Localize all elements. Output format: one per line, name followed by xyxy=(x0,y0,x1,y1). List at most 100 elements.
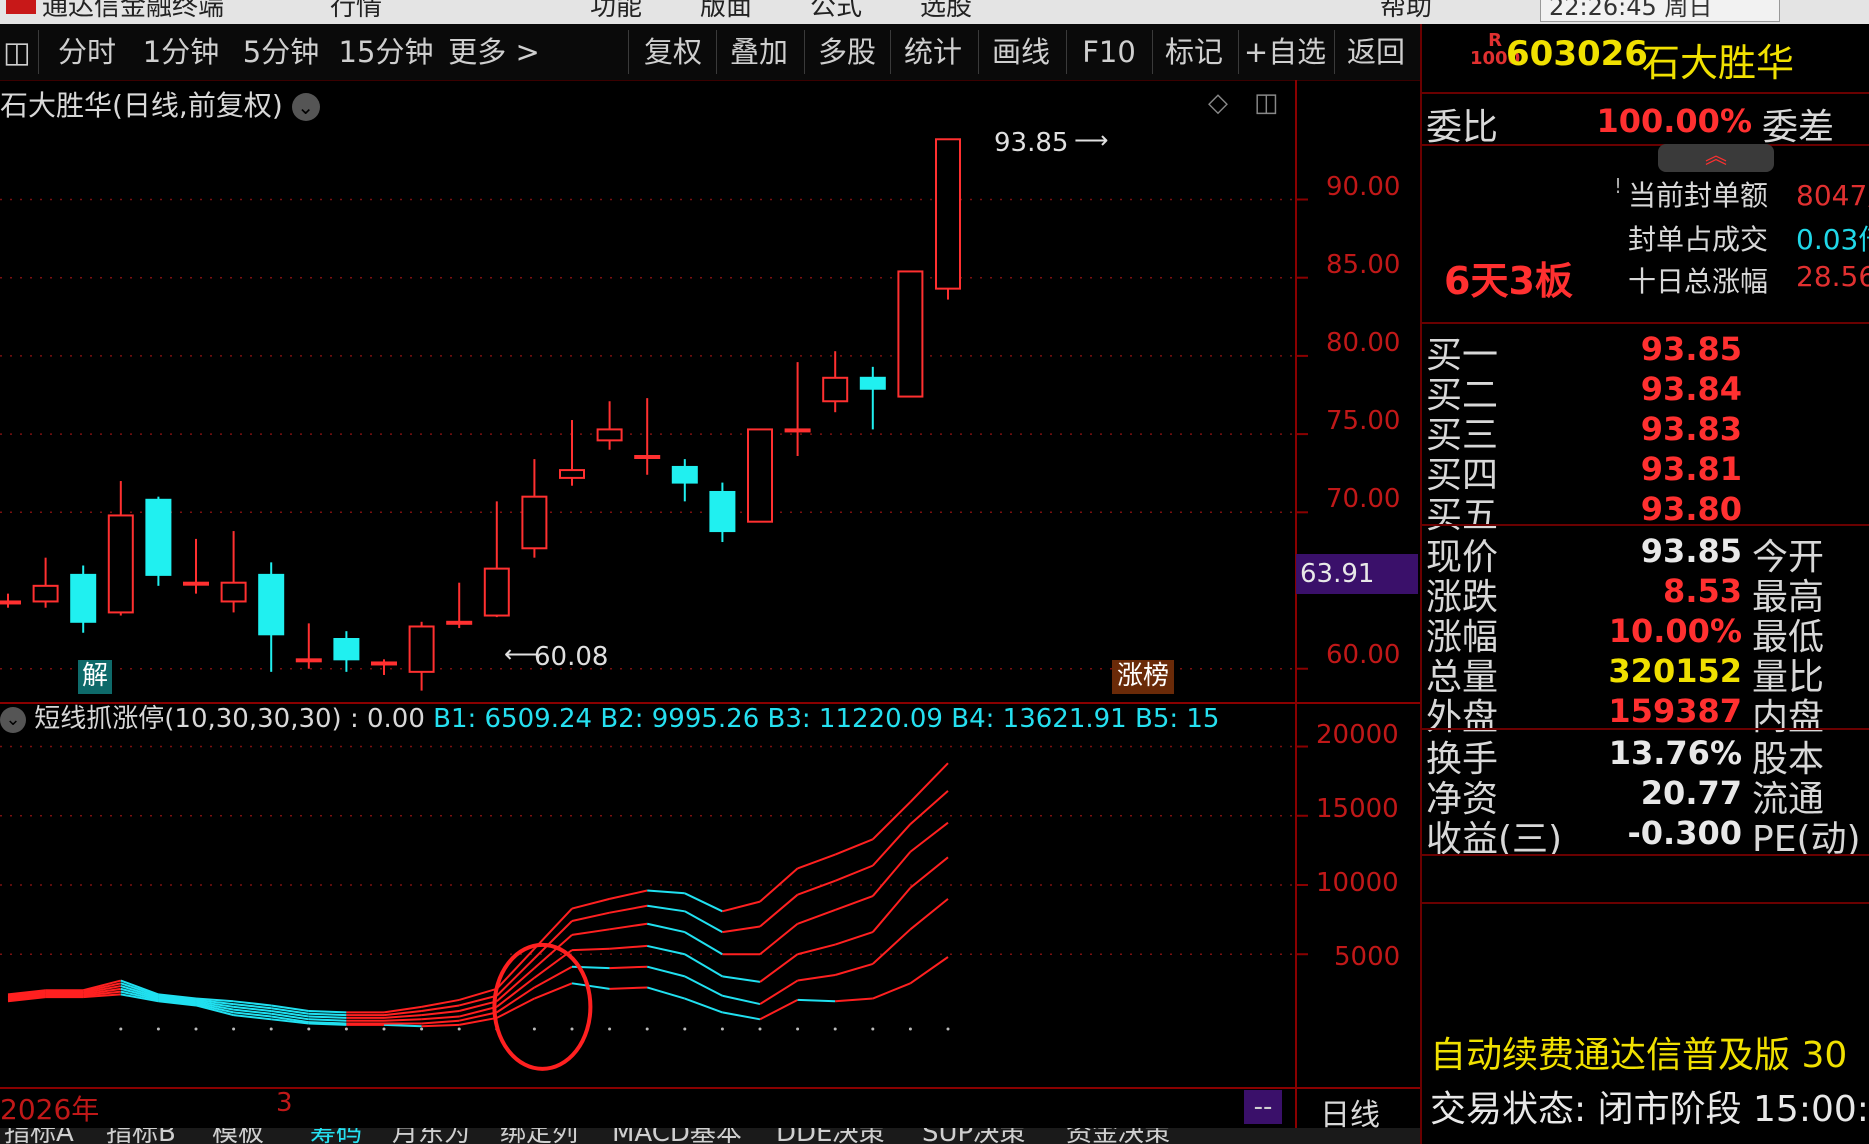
candle-body-up xyxy=(822,376,849,403)
back-button[interactable]: 返回 xyxy=(1338,32,1414,72)
kline-chart[interactable] xyxy=(0,80,1420,1128)
statistics-button[interactable]: 统计 xyxy=(896,32,970,72)
menu-item-banmian[interactable]: 版面 xyxy=(700,0,752,23)
current-price-tag: 63.91 xyxy=(1296,554,1418,594)
indicator-line-segment xyxy=(308,1010,347,1014)
overlay-button[interactable]: 叠加 xyxy=(722,32,796,72)
indicator-line-segment xyxy=(834,931,874,946)
indicator-line-segment xyxy=(571,982,610,990)
add-watchlist-button[interactable]: +自选 xyxy=(1242,32,1328,72)
indicator-line-segment xyxy=(383,1018,422,1022)
menu-item-xuangu[interactable]: 选股 xyxy=(920,0,972,23)
tab-1min[interactable]: 1分钟 xyxy=(136,32,226,72)
candle-body-up xyxy=(446,620,473,625)
candle-body-down xyxy=(671,465,698,484)
menu-item-help[interactable]: 帮助 xyxy=(1380,0,1432,23)
ten-day-gain-value: 28.56% xyxy=(1796,260,1869,293)
indicator-line-segment xyxy=(609,986,648,990)
quote-panel: R 1000 603026 石大胜华 委比 100.00% 委差 ︽ ! 当前封单… xyxy=(1420,24,1869,1144)
candle-body-down xyxy=(333,638,360,661)
tab-template[interactable]: 模板 xyxy=(212,1128,264,1144)
tab-indicator-a[interactable]: 指标A xyxy=(4,1128,74,1144)
chevron-down-icon[interactable]: ⌄ xyxy=(291,93,320,121)
indicator-line-segment xyxy=(797,908,836,925)
high-price-label: 93.85 xyxy=(994,128,1069,158)
ad-banner[interactable]: 自动续费通达信普及版 30 xyxy=(1430,1026,1847,1078)
indicator-line-segment xyxy=(458,1005,498,1018)
panel-toggle-icon[interactable]: ◫ xyxy=(2,32,32,72)
indicator-line-segment xyxy=(308,1021,347,1025)
indicator-baseline-dot xyxy=(532,1027,536,1031)
indicator-baseline-dot xyxy=(570,1027,574,1031)
price-tick: 75.00 xyxy=(1326,406,1401,436)
multi-stock-button[interactable]: 多股 xyxy=(810,32,884,72)
indicator-line-segment xyxy=(834,838,874,856)
indicator-line-segment xyxy=(421,1015,460,1021)
tab-indicator-b[interactable]: 指标B xyxy=(106,1128,176,1144)
fundamental-value: 20.77 xyxy=(1640,774,1742,812)
info-icon: ! xyxy=(1614,174,1623,198)
candle-body-up xyxy=(371,661,397,666)
price-tick: 60.00 xyxy=(1326,640,1401,670)
candle-body-up xyxy=(634,455,661,459)
mark-button[interactable]: 标记 xyxy=(1158,32,1230,72)
f10-button[interactable]: F10 xyxy=(1074,32,1144,72)
tab-fenshi[interactable]: 分时 xyxy=(52,32,122,72)
chart-title: 石大胜华(日线,前复权) ⌄ xyxy=(0,84,320,124)
indicator-line-segment xyxy=(684,997,723,1014)
tab-more[interactable]: 更多 > xyxy=(448,32,540,72)
menu-item-hangqing[interactable]: 行情 xyxy=(330,0,382,23)
bid-price[interactable]: 93.85 xyxy=(1542,330,1742,368)
tab-dde[interactable]: DDE决策 xyxy=(776,1128,884,1144)
tab-bind[interactable]: 绑定列 xyxy=(500,1128,578,1144)
indicator-line-segment xyxy=(684,892,723,913)
price-tick: 85.00 xyxy=(1326,250,1401,280)
fuquan-button[interactable]: 复权 xyxy=(636,32,710,72)
indicator-line-segment xyxy=(571,928,610,936)
indicator-line-segment xyxy=(609,965,648,970)
indicator-baseline-dot xyxy=(420,1027,424,1031)
tab-chips[interactable]: 筹码 xyxy=(310,1128,362,1144)
menu-item-gongneng[interactable]: 功能 xyxy=(590,0,642,23)
period-toolbar: ◫ 分时 1分钟 5分钟 15分钟 更多 > 复权 叠加 多股 统计 画线 F1… xyxy=(0,24,1420,81)
chevron-down-icon[interactable]: ⌄ xyxy=(0,706,26,733)
period-scroll-box[interactable]: -- xyxy=(1244,1090,1282,1124)
menu-bar: 通达信金融终端 行情 功能 版面 公式 选股 帮助 22:26:45 周日 xyxy=(0,0,1869,24)
tab-fund[interactable]: 资金决策 xyxy=(1066,1128,1170,1144)
bid-price[interactable]: 93.81 xyxy=(1542,450,1742,488)
quote-value: 10.00% xyxy=(1608,612,1742,650)
indicator-tick: 5000 xyxy=(1334,942,1401,972)
indicator-line-segment xyxy=(759,893,799,928)
limit-up-list-badge[interactable]: 涨榜 xyxy=(1112,660,1174,694)
indicator-line-segment xyxy=(759,999,799,1021)
indicator-line-segment xyxy=(684,910,723,933)
draw-line-button[interactable]: 画线 xyxy=(984,32,1058,72)
tab-macd[interactable]: MACD基本 xyxy=(612,1128,742,1144)
quote-value: 8.53 xyxy=(1663,572,1742,610)
indicator-line-segment xyxy=(759,979,799,1005)
tab-15min[interactable]: 15分钟 xyxy=(334,32,438,72)
indicator-line-segment xyxy=(684,975,723,997)
indicator-line-segment xyxy=(759,953,799,983)
chevron-up-icon[interactable]: ︽ xyxy=(1658,144,1774,172)
indicator-line-segment xyxy=(571,897,610,910)
tab-sup[interactable]: SUP决策 xyxy=(922,1128,1025,1144)
tab-custom[interactable]: 月东为 xyxy=(392,1128,470,1144)
tab-5min[interactable]: 5分钟 xyxy=(236,32,326,72)
indicator-b4: B4: 13621.91 xyxy=(951,704,1127,734)
indicator-baseline-dot xyxy=(307,1027,311,1031)
menu-item-gongshi[interactable]: 公式 xyxy=(810,0,862,23)
bid-price[interactable]: 93.84 xyxy=(1542,370,1742,408)
clock-display: 22:26:45 周日 xyxy=(1540,0,1780,22)
diamond-icon[interactable]: ◇ xyxy=(1208,88,1228,118)
indicator-line-segment xyxy=(797,943,836,956)
indicator-tab-strip: 指标A 指标B 模板 筹码 月东为 绑定列 MACD基本 DDE决策 SUP决策… xyxy=(0,1128,1420,1144)
indicator-line-segment xyxy=(834,864,874,882)
price-tick: 80.00 xyxy=(1326,328,1401,358)
bid-price[interactable]: 93.80 xyxy=(1542,490,1742,528)
indicator-baseline-dot xyxy=(382,1027,386,1031)
unlock-badge[interactable]: 解 xyxy=(78,660,112,694)
bid-price[interactable]: 93.83 xyxy=(1542,410,1742,448)
indicator-line-segment xyxy=(797,998,836,1003)
panel-layout-icon[interactable]: ◫ xyxy=(1254,88,1279,118)
